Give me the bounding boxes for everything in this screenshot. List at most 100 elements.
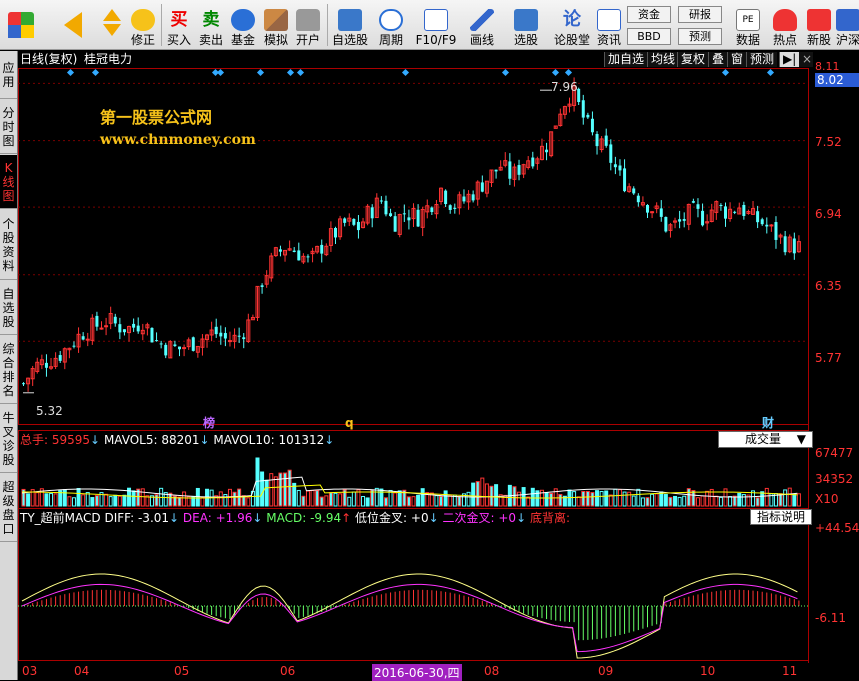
volume-bar: [49, 493, 54, 507]
chevron-down-icon: ▼: [796, 432, 806, 446]
candle-body: [352, 218, 356, 225]
candle-body: [297, 250, 301, 261]
volume-bar: [301, 495, 306, 507]
fire-icon: [773, 9, 797, 31]
macd-axis-mid: -6.11: [815, 611, 847, 625]
yanbao-button[interactable]: 研报: [678, 6, 722, 23]
volume-bar: [617, 489, 622, 507]
yuce-button[interactable]: 预测: [678, 28, 722, 45]
ma-button[interactable]: 均线: [647, 52, 679, 67]
volume-bar: [310, 490, 315, 507]
add-watchlist-button[interactable]: 加自选: [604, 52, 648, 67]
info-diamond-marker: [401, 68, 410, 77]
candle-body: [370, 207, 374, 219]
sidebar-item-watchlist[interactable]: 自选股: [0, 281, 17, 335]
candle-body: [609, 144, 613, 163]
stock-name: 桂冠电力: [84, 52, 133, 66]
fix-button[interactable]: 修正: [128, 2, 158, 48]
open-account-button[interactable]: 开户: [293, 2, 323, 48]
chart-info-bar: 日线(复权) 桂冠电力 加自选 均线 复权 叠 窗 预测 ▶| ×: [18, 51, 859, 68]
volume-bar: [273, 476, 278, 507]
event-mark-cai[interactable]: 财: [762, 416, 774, 430]
volume-bar: [434, 495, 439, 507]
back-button[interactable]: [55, 2, 91, 48]
month-label: 08: [484, 664, 500, 678]
volume-bar: [650, 493, 655, 507]
volume-bar: [324, 495, 329, 507]
zijin-button[interactable]: 资金: [627, 6, 671, 23]
forecast-button[interactable]: 预测: [746, 52, 778, 67]
close-chart-button[interactable]: ×: [799, 52, 813, 67]
candle-body: [678, 219, 682, 222]
volume-bar: [278, 472, 283, 507]
candle-body: [756, 211, 760, 223]
candle-body: [402, 213, 406, 215]
sidebar-item-orderbook[interactable]: 超级盘口: [0, 474, 17, 542]
sidebar-label: 牛叉诊股: [2, 410, 15, 467]
sidebar-item-profile[interactable]: 个股资料: [0, 210, 17, 280]
volume-bar: [599, 491, 604, 507]
macd-legend: TY_超前MACD DIFF: -3.01↓ DEA: +1.96↓ MACD:…: [20, 511, 570, 525]
data-label: 数据: [735, 33, 760, 47]
pin-right-button[interactable]: ▶|: [779, 52, 800, 67]
draw-button[interactable]: 画线: [462, 2, 502, 48]
hammer-icon: [264, 9, 288, 31]
volume-bar: [315, 490, 320, 507]
window-button[interactable]: 窗: [727, 52, 747, 67]
volume-bar: [351, 491, 356, 507]
kline-chart[interactable]: [18, 68, 859, 680]
zijin-label: 资金: [638, 8, 660, 21]
sim-button[interactable]: 模拟: [261, 2, 291, 48]
chart-type-label: 日线(复权): [20, 52, 78, 66]
event-mark-q[interactable]: q: [345, 416, 354, 430]
candle-body: [545, 149, 549, 153]
f10-button[interactable]: F10/F9: [414, 2, 458, 48]
updown-button[interactable]: [98, 2, 126, 48]
sidebar-item-diagnose[interactable]: 牛叉诊股: [0, 405, 17, 473]
volume-bar: [494, 484, 499, 507]
sidebar-item-ranking[interactable]: 综合排名: [0, 336, 17, 404]
pick-button[interactable]: 选股: [506, 2, 546, 48]
volume-bar: [439, 495, 444, 507]
volume-bar: [347, 496, 352, 507]
overlay-button[interactable]: 叠: [708, 52, 728, 67]
sidebar-item-kline[interactable]: K线图: [0, 155, 17, 209]
info-button[interactable]: 资讯: [595, 2, 623, 48]
sidebar-item-timeshare[interactable]: 分时图: [0, 100, 17, 154]
volume-bar: [81, 494, 86, 507]
adjust-button[interactable]: 复权: [677, 52, 709, 67]
watchlist-button[interactable]: 自选股: [330, 2, 370, 48]
fund-button[interactable]: 基金: [228, 2, 258, 48]
newstock-button[interactable]: 新股: [805, 2, 833, 48]
volume-bar: [764, 487, 769, 507]
fix-label: 修正: [130, 33, 155, 47]
volume-indicator-select[interactable]: 成交量 ▼: [718, 431, 813, 448]
event-mark-bang[interactable]: 榜: [203, 416, 215, 430]
sidebar-label: 应用: [2, 60, 15, 89]
volume-bar: [71, 497, 76, 507]
sell-button[interactable]: 卖 卖出: [196, 2, 226, 48]
volume-bar: [223, 494, 228, 507]
candle-body: [664, 217, 668, 232]
candle-body: [760, 219, 764, 225]
info-diamond-marker: [286, 68, 295, 77]
forum-button[interactable]: 论 论股堂: [552, 2, 592, 48]
volume-bar: [140, 488, 145, 507]
buy-icon: 买: [170, 10, 188, 30]
hk-icon: [836, 9, 859, 31]
candle-body: [724, 206, 727, 219]
logo-button[interactable]: [4, 2, 38, 48]
hot-button[interactable]: 热点: [771, 2, 799, 48]
volume-bar: [659, 491, 664, 507]
buy-button[interactable]: 买 买入: [164, 2, 194, 48]
volume-bar: [457, 496, 462, 507]
period-button[interactable]: 周期: [374, 2, 408, 48]
bbd-button[interactable]: BBD: [627, 28, 671, 45]
price-tick: 7.52: [815, 135, 842, 149]
sidebar-item-app[interactable]: 应用: [0, 51, 17, 99]
candle-body: [320, 244, 324, 254]
indicator-help-button[interactable]: 指标说明: [750, 509, 812, 525]
hk-button[interactable]: 沪深: [836, 2, 859, 48]
month-label: 05: [174, 664, 190, 678]
data-button[interactable]: PE 数据: [728, 2, 768, 48]
